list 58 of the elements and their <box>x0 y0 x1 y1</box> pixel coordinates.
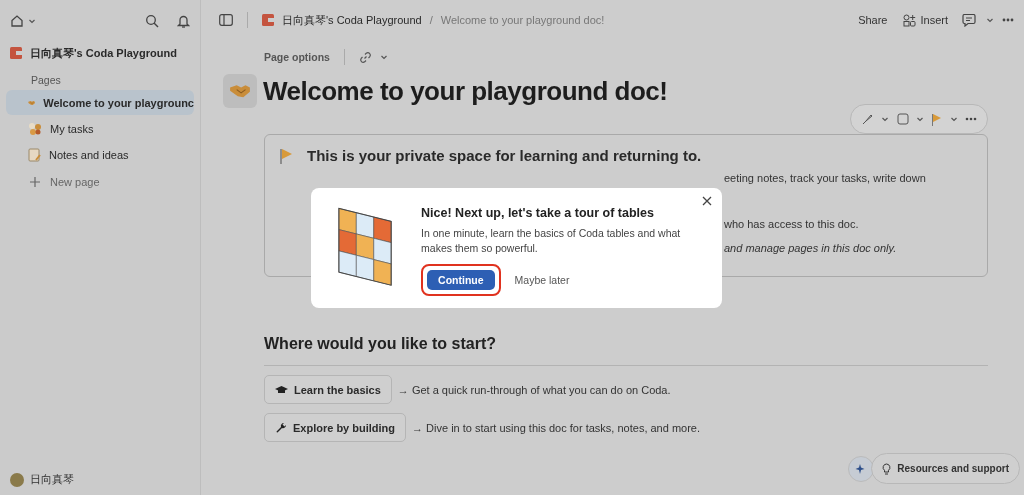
start-description: → Get a quick run-through of what you can do on Coda. <box>397 383 671 396</box>
page-options-button[interactable]: Page options <box>264 51 330 63</box>
insert-button[interactable]: Insert <box>899 13 952 27</box>
start-description: → Dive in to start using this doc for tasks, notes, and more. <box>412 421 701 434</box>
callout-text: who has access to this doc. <box>724 217 860 232</box>
dialog-title: Nice! Next up, let's take a tour of tables <box>421 206 655 220</box>
start-button[interactable]: Explore by building <box>264 413 407 442</box>
notepad-icon <box>28 147 41 162</box>
user-name: 日向真琴 <box>30 473 74 487</box>
breadcrumb-doc[interactable]: 日向真琴's Coda Playground <box>282 12 422 28</box>
lightbulb-icon <box>882 462 892 475</box>
resources-button[interactable]: Resources and support <box>871 453 1020 484</box>
chevron-down-icon[interactable] <box>881 115 890 123</box>
coda-logo-icon <box>10 47 22 59</box>
link-icon[interactable] <box>358 50 372 64</box>
shapes-plus-icon <box>903 13 917 27</box>
ai-assistant-button[interactable] <box>848 456 874 482</box>
plus-icon <box>30 177 40 187</box>
search-icon[interactable] <box>145 14 159 28</box>
flag-icon <box>279 147 293 164</box>
graduation-cap-icon <box>275 385 288 394</box>
chevron-down-icon[interactable] <box>379 53 388 61</box>
avatar[interactable] <box>10 473 24 487</box>
callout-text: and manage pages in this doc only. <box>724 241 898 256</box>
callout-text: eeting notes, track your tasks, write down <box>724 171 927 186</box>
bell-icon[interactable] <box>177 14 190 28</box>
chevron-down-icon[interactable] <box>28 17 36 25</box>
coda-logo-icon <box>262 14 274 26</box>
continue-button[interactable]: Continue <box>427 270 495 290</box>
page-item[interactable]: My tasks <box>6 116 194 141</box>
section-label: Pages <box>31 74 62 86</box>
sidebar-toggle-icon[interactable] <box>219 14 233 26</box>
wrench-icon <box>275 421 287 434</box>
callout-heading: This is your private space for learning and returning to. <box>307 147 702 164</box>
maybe-later-button[interactable]: Maybe later <box>514 274 570 286</box>
page-item[interactable]: Notes and ideas <box>6 142 194 167</box>
section-heading: Where would you like to start? <box>264 335 498 353</box>
chevron-down-icon[interactable] <box>949 115 958 123</box>
home-icon[interactable] <box>10 14 24 28</box>
comment-button[interactable] <box>960 13 978 27</box>
comment-icon <box>962 13 976 27</box>
close-button[interactable] <box>702 196 712 206</box>
doc-title[interactable]: 日向真琴's Coda Playground <box>30 45 177 61</box>
chevron-down-icon[interactable] <box>915 115 924 123</box>
chevron-down-icon[interactable] <box>986 16 994 24</box>
dialog-text: In one minute, learn the basics of Coda tables and what makes them so powerful. <box>421 226 682 256</box>
share-button[interactable]: Share <box>854 14 892 26</box>
start-button[interactable]: Learn the basics <box>264 375 392 404</box>
close-icon <box>702 196 712 206</box>
layout-icon[interactable] <box>896 113 909 125</box>
flag-icon[interactable] <box>931 112 943 126</box>
more-icon[interactable] <box>1002 18 1014 22</box>
page-item[interactable]: Welcome to your playgrounc <box>6 90 194 115</box>
page-title: Welcome to your playground doc! <box>263 75 668 107</box>
more-icon[interactable] <box>965 117 978 121</box>
breadcrumb-separator: / <box>429 14 433 26</box>
page-icon-tile[interactable] <box>223 74 257 108</box>
new-page-link[interactable]: New page <box>6 168 194 196</box>
